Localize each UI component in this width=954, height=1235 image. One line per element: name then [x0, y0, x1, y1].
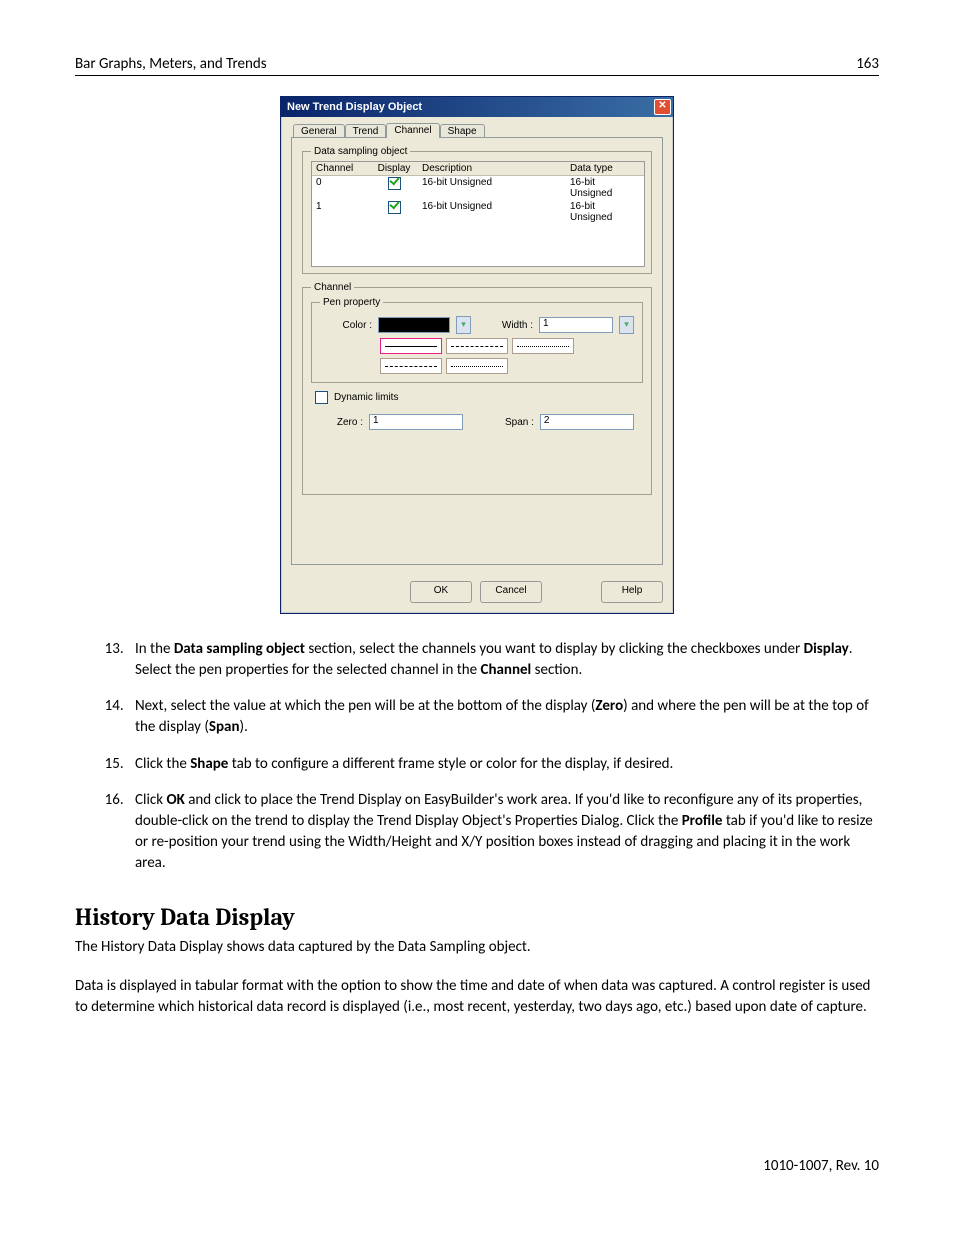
- cancel-button[interactable]: Cancel: [480, 581, 542, 603]
- instruction-steps: In the Data sampling object section, sel…: [75, 639, 879, 873]
- zero-label: Zero :: [311, 417, 363, 428]
- chevron-down-icon[interactable]: ▾: [619, 316, 634, 334]
- step-16: Click OK and click to place the Trend Di…: [127, 790, 879, 873]
- chevron-down-icon[interactable]: ▾: [456, 316, 471, 334]
- table-row[interactable]: 0 16-bit Unsigned 16-bit Unsigned: [312, 176, 644, 200]
- line-style-dash[interactable]: [446, 338, 508, 354]
- display-checkbox[interactable]: [388, 177, 401, 190]
- section-title: History Data Display: [75, 903, 879, 931]
- trend-display-dialog: New Trend Display Object ✕ General Trend…: [280, 96, 674, 614]
- channel-table: Channel Display Description Data type 0 …: [311, 161, 645, 267]
- ok-button[interactable]: OK: [410, 581, 472, 603]
- dialog-title: New Trend Display Object: [287, 101, 422, 113]
- width-input[interactable]: 1: [539, 317, 613, 333]
- line-style-dashdot[interactable]: [380, 358, 442, 374]
- section-paragraph-1: The History Data Display shows data capt…: [75, 937, 879, 958]
- group-pen-property: Pen property Color : ▾ Width : 1 ▾: [311, 297, 643, 383]
- close-icon[interactable]: ✕: [654, 99, 671, 115]
- tab-channel[interactable]: Channel: [386, 123, 439, 138]
- cell-channel: 0: [312, 176, 370, 200]
- col-description: Description: [418, 162, 566, 175]
- col-datatype: Data type: [566, 162, 644, 175]
- col-display: Display: [370, 162, 418, 175]
- footer-revision: 1010-1007, Rev. 10: [763, 1157, 879, 1175]
- dialog-button-row: OK Cancel Help: [281, 575, 673, 613]
- line-style-solid[interactable]: [380, 338, 442, 354]
- section-paragraph-2: Data is displayed in tabular format with…: [75, 976, 879, 1017]
- help-button[interactable]: Help: [601, 581, 663, 603]
- cell-description: 16-bit Unsigned: [418, 176, 566, 200]
- col-channel: Channel: [312, 162, 370, 175]
- span-input[interactable]: 2: [540, 414, 634, 430]
- display-checkbox[interactable]: [388, 201, 401, 214]
- header-page-number: 163: [856, 55, 879, 73]
- cell-description: 16-bit Unsigned: [418, 200, 566, 224]
- line-style-dot[interactable]: [512, 338, 574, 354]
- line-style-dashdotdot[interactable]: [446, 358, 508, 374]
- header-left: Bar Graphs, Meters, and Trends: [75, 55, 267, 73]
- color-label: Color :: [320, 320, 372, 331]
- step-14: Next, select the value at which the pen …: [127, 696, 879, 737]
- page-header: Bar Graphs, Meters, and Trends 163: [75, 55, 879, 76]
- cell-datatype: 16-bit Unsigned: [566, 176, 644, 200]
- width-label: Width :: [502, 320, 533, 331]
- span-label: Span :: [505, 417, 534, 428]
- step-13: In the Data sampling object section, sel…: [127, 639, 879, 680]
- cell-channel: 1: [312, 200, 370, 224]
- group-channel: Channel Pen property Color : ▾ Width : 1…: [302, 282, 652, 495]
- group-data-sampling: Data sampling object Channel Display Des…: [302, 146, 652, 274]
- dynamic-limits-checkbox[interactable]: [315, 391, 328, 404]
- tab-strip: General Trend Channel Shape: [291, 123, 663, 138]
- table-row[interactable]: 1 16-bit Unsigned 16-bit Unsigned: [312, 200, 644, 224]
- group-pen-legend: Pen property: [320, 297, 383, 308]
- color-swatch[interactable]: [378, 317, 450, 333]
- group-data-sampling-legend: Data sampling object: [311, 146, 410, 157]
- zero-input[interactable]: 1: [369, 414, 463, 430]
- titlebar[interactable]: New Trend Display Object ✕: [281, 97, 673, 117]
- group-channel-legend: Channel: [311, 282, 354, 293]
- tab-page-channel: Data sampling object Channel Display Des…: [291, 137, 663, 565]
- line-style-picker: [380, 338, 634, 374]
- cell-datatype: 16-bit Unsigned: [566, 200, 644, 224]
- dynamic-limits-label: Dynamic limits: [334, 392, 398, 403]
- step-15: Click the Shape tab to configure a diffe…: [127, 754, 879, 775]
